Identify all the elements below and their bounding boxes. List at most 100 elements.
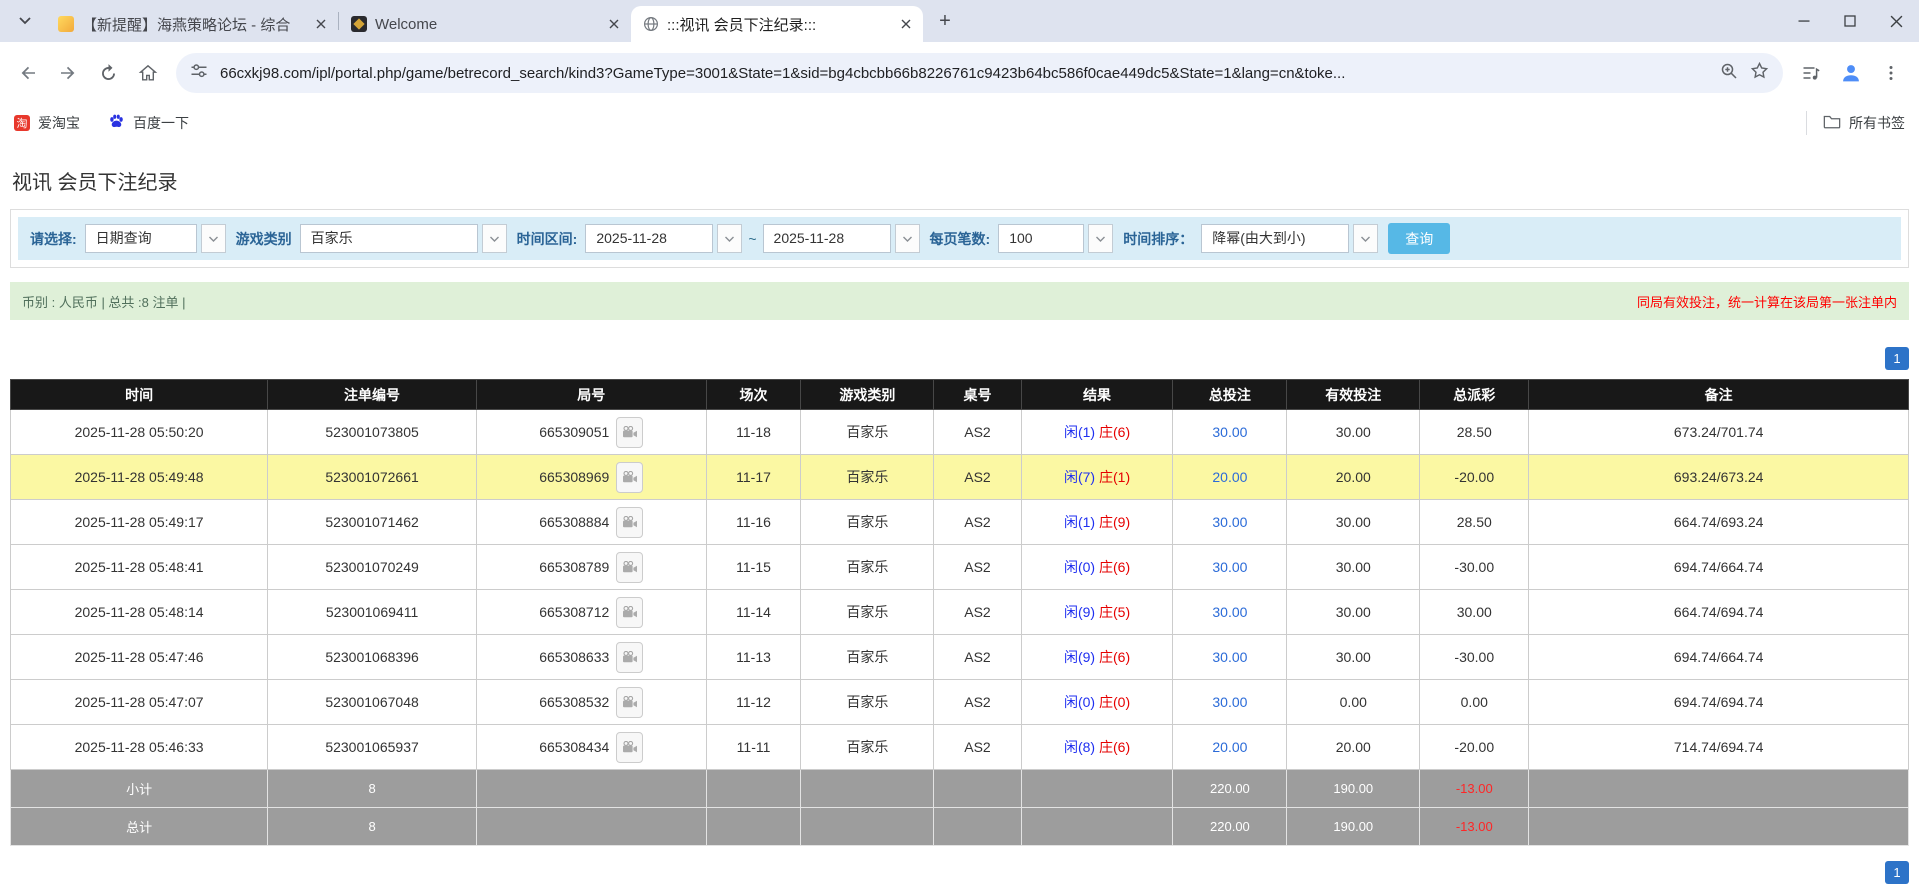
profile-avatar[interactable] <box>1833 55 1869 91</box>
tab-forum[interactable]: 【新提醒】海燕策略论坛 - 综合 <box>46 6 338 42</box>
reload-button[interactable] <box>90 55 126 91</box>
home-icon <box>138 64 158 81</box>
close-window-button[interactable] <box>1873 0 1919 42</box>
tab-welcome[interactable]: Welcome <box>339 6 631 42</box>
close-tab-icon[interactable] <box>605 15 623 33</box>
table-row: 2025-11-28 05:48:14 523001069411 6653087… <box>9 589 1909 635</box>
date-to-select[interactable]: 2025-11-28 <box>762 224 920 253</box>
tab-bet-records[interactable]: :::视讯 会员下注纪录::: <box>631 6 923 42</box>
video-replay-icon[interactable] <box>616 416 644 448</box>
column-header-9: 有效投注 <box>1286 379 1421 410</box>
total-bet-link[interactable]: 30.00 <box>1212 649 1247 665</box>
close-tab-icon[interactable] <box>897 15 915 33</box>
column-header-3: 局号 <box>475 379 707 410</box>
column-header-6: 桌号 <box>933 379 1022 410</box>
cell-total-bet: 30.00 <box>1172 544 1288 590</box>
home-button[interactable] <box>130 55 166 91</box>
video-replay-icon[interactable] <box>616 596 644 628</box>
chevron-down-icon[interactable] <box>894 224 920 253</box>
bookmark-baidu[interactable]: 百度一下 <box>108 113 189 133</box>
game-type-value[interactable]: 百家乐 <box>299 224 478 253</box>
chevron-down-icon[interactable] <box>1353 224 1379 253</box>
zoom-icon[interactable] <box>1720 62 1738 85</box>
chevron-down-icon[interactable] <box>481 224 507 253</box>
round-id: 665308969 <box>539 469 610 485</box>
cell-result: 闲(0) 庄(6) <box>1020 544 1174 590</box>
cell-game-type: 百家乐 <box>800 589 935 635</box>
sort-value[interactable]: 降幂(由大到小) <box>1201 224 1350 253</box>
person-icon <box>1843 65 1859 82</box>
page-number-button[interactable]: 1 <box>1885 861 1909 884</box>
close-tab-icon[interactable] <box>312 15 330 33</box>
address-bar[interactable]: 66cxkj98.com/ipl/portal.php/game/betreco… <box>176 53 1783 93</box>
range-separator: ~ <box>748 230 757 247</box>
forward-button[interactable] <box>50 55 86 91</box>
subtotal-payout: -13.00 <box>1419 769 1530 808</box>
cell-bet-id: 523001068396 <box>267 634 477 680</box>
video-replay-icon[interactable] <box>616 506 644 538</box>
page-size-label: 每页笔数: <box>929 230 991 247</box>
bookmark-taobao[interactable]: 淘 爱淘宝 <box>14 113 80 133</box>
minimize-button[interactable] <box>1781 0 1827 42</box>
site-settings-icon[interactable] <box>190 62 208 85</box>
cell-table-no: AS2 <box>933 634 1022 680</box>
cell-time: 2025-11-28 05:50:20 <box>9 409 269 455</box>
total-bet-link[interactable]: 20.00 <box>1212 739 1247 755</box>
browser-menu-button[interactable] <box>1873 55 1909 91</box>
sort-select[interactable]: 降幂(由大到小) <box>1201 224 1379 253</box>
total-bet-link[interactable]: 30.00 <box>1212 694 1247 710</box>
total-row: 总计 8 220.00 190.00 -13.00 <box>9 807 1909 846</box>
page-title: 视讯 会员下注纪录 <box>12 172 178 194</box>
date-from-value[interactable]: 2025-11-28 <box>585 224 714 253</box>
cell-valid-bet: 20.00 <box>1286 724 1421 770</box>
column-header-5: 游戏类别 <box>800 379 935 410</box>
all-bookmarks-button[interactable]: 所有书签 <box>1806 111 1905 135</box>
chevron-down-icon[interactable] <box>1088 224 1114 253</box>
game-type-select[interactable]: 百家乐 <box>299 224 507 253</box>
page-number-button[interactable]: 1 <box>1885 347 1909 370</box>
bookmark-star-icon[interactable] <box>1750 61 1769 85</box>
result-player: 闲(9) <box>1063 649 1096 665</box>
total-bet-link[interactable]: 30.00 <box>1212 514 1247 530</box>
cell-total-bet: 30.00 <box>1172 499 1288 545</box>
search-button[interactable]: 查询 <box>1388 223 1451 254</box>
video-replay-icon[interactable] <box>616 551 644 583</box>
cell-bet-id: 523001070249 <box>267 544 477 590</box>
query-type-select[interactable]: 日期查询 <box>84 224 226 253</box>
total-bet-link[interactable]: 30.00 <box>1212 424 1247 440</box>
table-row: 2025-11-28 05:46:33 523001065937 6653084… <box>9 724 1909 770</box>
subtotal-valid-bet: 190.00 <box>1286 769 1421 808</box>
cell-result: 闲(0) 庄(0) <box>1020 679 1174 725</box>
page-size-select[interactable]: 100 <box>998 224 1114 253</box>
cell-note: 693.24/673.24 <box>1528 454 1909 500</box>
cell-time: 2025-11-28 05:49:48 <box>9 454 269 500</box>
back-button[interactable] <box>10 55 46 91</box>
round-id: 665308532 <box>539 694 610 710</box>
date-from-select[interactable]: 2025-11-28 <box>585 224 743 253</box>
column-header-2: 注单编号 <box>267 379 477 410</box>
query-type-value[interactable]: 日期查询 <box>84 224 197 253</box>
round-id: 665308434 <box>539 739 610 755</box>
page-size-value[interactable]: 100 <box>998 224 1085 253</box>
video-replay-icon[interactable] <box>616 731 644 763</box>
cell-round: 665308969 <box>475 454 707 500</box>
column-header-1: 时间 <box>9 379 269 410</box>
tab-search-button[interactable] <box>10 6 40 36</box>
new-tab-button[interactable]: + <box>931 7 959 35</box>
video-replay-icon[interactable] <box>616 461 644 493</box>
result-player: 闲(0) <box>1063 559 1096 575</box>
page-content: 视讯 会员下注纪录 请选择: 日期查询 游戏类别 百家乐 时间区间: 2025-… <box>0 142 1919 884</box>
video-replay-icon[interactable] <box>616 641 644 673</box>
cell-payout: -30.00 <box>1419 544 1530 590</box>
maximize-button[interactable] <box>1827 0 1873 42</box>
total-bet-link[interactable]: 20.00 <box>1212 469 1247 485</box>
cell-result: 闲(7) 庄(1) <box>1020 454 1174 500</box>
media-controls-button[interactable] <box>1793 55 1829 91</box>
table-row: 2025-11-28 05:49:17 523001071462 6653088… <box>9 499 1909 545</box>
video-replay-icon[interactable] <box>616 686 644 718</box>
date-to-value[interactable]: 2025-11-28 <box>762 224 891 253</box>
total-bet-link[interactable]: 30.00 <box>1212 559 1247 575</box>
chevron-down-icon[interactable] <box>200 224 226 253</box>
chevron-down-icon[interactable] <box>717 224 743 253</box>
total-bet-link[interactable]: 30.00 <box>1212 604 1247 620</box>
